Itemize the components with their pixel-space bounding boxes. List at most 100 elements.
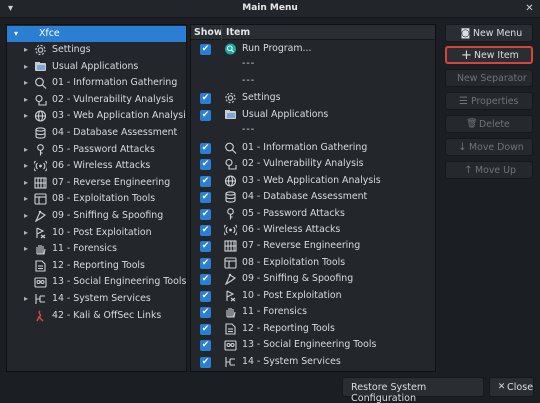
list-item-row[interactable]: ✔ 02 - Vulnerability Analysis bbox=[191, 156, 435, 172]
chevron-right-icon[interactable]: ▸ bbox=[21, 227, 31, 239]
tree-item[interactable]: 04 - Database Assessment bbox=[7, 125, 186, 141]
tree-item[interactable]: ▸ 07 - Reverse Engineering bbox=[7, 175, 186, 191]
chevron-right-icon[interactable]: ▸ bbox=[21, 193, 31, 205]
show-checkbox[interactable]: ✔ bbox=[200, 356, 211, 368]
list-item-row[interactable]: ✔ 03 - Web Application Analysis bbox=[191, 173, 435, 189]
chevron-down-icon[interactable]: ▾ bbox=[11, 28, 21, 40]
wireless-icon bbox=[32, 160, 49, 172]
tree-item-label: 02 - Vulnerability Analysis bbox=[52, 93, 174, 105]
move-up-button[interactable]: ↑ Move Up bbox=[445, 161, 533, 179]
chevron-right-icon[interactable]: ▸ bbox=[21, 77, 31, 89]
chevron-right-icon[interactable]: ▸ bbox=[21, 293, 31, 305]
chevron-right-icon[interactable]: ▸ bbox=[21, 144, 31, 156]
show-checkbox[interactable]: ✔ bbox=[200, 323, 211, 335]
list-item-row[interactable]: ✔ 06 - Wireless Attacks bbox=[191, 222, 435, 238]
delete-label: Delete bbox=[479, 119, 510, 130]
list-item-row[interactable]: ✔ 12 - Reporting Tools bbox=[191, 321, 435, 337]
close-button[interactable]: ✕ Close bbox=[489, 377, 534, 397]
properties-button[interactable]: ☰ Properties bbox=[445, 92, 533, 110]
chevron-right-icon[interactable]: ▸ bbox=[21, 160, 31, 172]
tree-item[interactable]: ▸ 08 - Exploitation Tools bbox=[7, 191, 186, 207]
new-item-button[interactable]: + New Item bbox=[445, 46, 533, 64]
list-item-row[interactable]: ✔ 04 - Database Assessment bbox=[191, 189, 435, 205]
show-checkbox[interactable]: ✔ bbox=[200, 340, 211, 352]
list-item-row[interactable]: ✔ 13 - Social Engineering Tools bbox=[191, 337, 435, 353]
chevron-right-icon[interactable]: ▸ bbox=[21, 94, 31, 106]
tree-item[interactable]: ▸ 06 - Wireless Attacks bbox=[7, 158, 186, 174]
tree-item[interactable]: ▸ Settings bbox=[7, 42, 186, 58]
show-checkbox[interactable]: ✔ bbox=[200, 192, 211, 204]
list-item-row[interactable]: ✔ 11 - Forensics bbox=[191, 304, 435, 320]
tree-item-label: 13 - Social Engineering Tools bbox=[52, 276, 187, 288]
list-separator-row[interactable]: --- bbox=[191, 123, 435, 139]
tree-item[interactable]: 12 - Reporting Tools bbox=[7, 258, 186, 274]
menu-tree[interactable]: ▾ Xfce ▸ Settings ▸ Usual Applications ▸ 01 -… bbox=[6, 24, 187, 372]
list-item-row[interactable]: ✔ 07 - Reverse Engineering bbox=[191, 238, 435, 254]
chevron-right-icon[interactable]: ▸ bbox=[21, 243, 31, 255]
tree-item[interactable]: ▸ 02 - Vulnerability Analysis bbox=[7, 92, 186, 108]
restore-label: Restore System Configuration bbox=[351, 382, 427, 403]
chevron-right-icon[interactable]: ▸ bbox=[21, 210, 31, 222]
chip-icon bbox=[34, 177, 47, 189]
show-checkbox[interactable]: ✔ bbox=[200, 307, 211, 319]
tree-item[interactable]: ▸ 11 - Forensics bbox=[7, 241, 186, 257]
tree-item[interactable]: 42 - Kali & OffSec Links bbox=[7, 308, 186, 324]
show-checkbox[interactable]: ✔ bbox=[200, 109, 211, 121]
show-checkbox[interactable]: ✔ bbox=[200, 44, 211, 55]
list-item-row[interactable]: ✔ Usual Applications bbox=[191, 107, 435, 123]
chevron-right-icon[interactable]: ▸ bbox=[21, 177, 31, 189]
tree-root-xfce[interactable]: ▾ Xfce bbox=[7, 26, 186, 42]
gear-icon bbox=[34, 44, 47, 56]
show-checkbox[interactable]: ✔ bbox=[200, 93, 211, 105]
show-checkbox[interactable]: ✔ bbox=[200, 175, 211, 187]
tree-item[interactable]: ▸ 05 - Password Attacks bbox=[7, 142, 186, 158]
list-item-row[interactable]: ✔ 14 - System Services bbox=[191, 354, 435, 370]
tree-item[interactable]: ▸ Usual Applications bbox=[7, 59, 186, 75]
services-icon bbox=[224, 356, 237, 368]
move-down-button[interactable]: ↓ Move Down bbox=[445, 138, 533, 156]
list-item-row[interactable]: ✔ 08 - Exploitation Tools bbox=[191, 255, 435, 271]
list-item-label: 10 - Post Exploitation bbox=[242, 289, 342, 301]
delete-button[interactable]: 🗑 Delete bbox=[445, 115, 533, 133]
tree-item[interactable]: ▸ 10 - Post Exploitation bbox=[7, 225, 186, 241]
chevron-right-icon[interactable]: ▸ bbox=[21, 110, 31, 122]
column-header-item[interactable]: Item bbox=[226, 27, 250, 38]
new-menu-button[interactable]: ◙ New Menu bbox=[445, 24, 533, 42]
social-icon bbox=[34, 276, 47, 288]
show-checkbox[interactable]: ✔ bbox=[200, 224, 211, 236]
list-item-row[interactable]: ✔ 10 - Post Exploitation bbox=[191, 288, 435, 304]
chevron-right-icon[interactable]: ▸ bbox=[21, 44, 31, 56]
list-item-row[interactable]: ✔ Settings bbox=[191, 90, 435, 106]
tree-item-label: 10 - Post Exploitation bbox=[52, 226, 152, 238]
show-checkbox[interactable]: ✔ bbox=[200, 274, 211, 286]
show-checkbox[interactable]: ✔ bbox=[200, 142, 211, 154]
new-separator-button[interactable]: New Separator bbox=[445, 69, 533, 87]
tree-item[interactable]: ▸ 14 - System Services bbox=[7, 291, 186, 307]
tree-item[interactable]: ▸ 01 - Information Gathering bbox=[7, 75, 186, 91]
chevron-right-icon[interactable]: ▸ bbox=[21, 61, 31, 73]
window-close-icon[interactable]: ✕ bbox=[523, 2, 536, 15]
hand-icon bbox=[34, 243, 47, 255]
tree-item[interactable]: ▸ 03 - Web Application Analysis bbox=[7, 108, 186, 124]
list-item-label: 04 - Database Assessment bbox=[242, 191, 368, 203]
show-checkbox[interactable]: ✔ bbox=[200, 290, 211, 302]
list-item-row[interactable]: ✔ 05 - Password Attacks bbox=[191, 206, 435, 222]
show-checkbox[interactable]: ✔ bbox=[200, 257, 211, 269]
globe-icon bbox=[34, 110, 47, 122]
tree-item[interactable]: ▸ 09 - Sniffing & Spoofing bbox=[7, 208, 186, 224]
show-checkbox[interactable]: ✔ bbox=[200, 159, 211, 171]
menu-items-list[interactable]: Show Item ✔ Run Program... --- --- ✔ Settings… bbox=[190, 24, 436, 372]
restore-system-configuration-button[interactable]: Restore System Configuration bbox=[342, 377, 484, 403]
list-item-row[interactable]: ✔ 01 - Information Gathering bbox=[191, 140, 435, 156]
tree-item[interactable]: 13 - Social Engineering Tools bbox=[7, 274, 187, 290]
show-checkbox[interactable]: ✔ bbox=[200, 208, 211, 220]
list-separator-row[interactable]: --- bbox=[191, 74, 435, 90]
list-separator-row[interactable]: --- bbox=[191, 57, 435, 73]
list-item-row[interactable]: ✔ Run Program... bbox=[191, 41, 435, 57]
column-header-show[interactable]: Show bbox=[194, 27, 223, 38]
database-icon bbox=[224, 191, 237, 203]
show-checkbox[interactable]: ✔ bbox=[200, 241, 211, 253]
list-item-row[interactable]: ✔ 09 - Sniffing & Spoofing bbox=[191, 271, 435, 287]
